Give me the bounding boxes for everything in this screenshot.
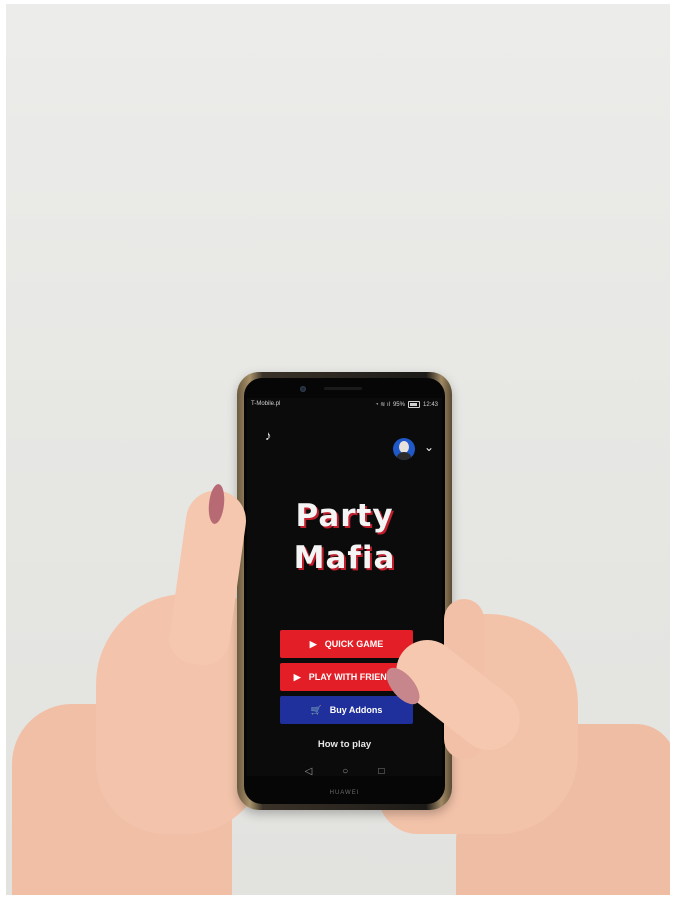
back-icon[interactable]: ◁ xyxy=(305,766,313,776)
phone: T-Mobile.pl ◔ ≋ ıl 95% 12:43 ♪ ⌄ Party M… xyxy=(237,372,452,810)
carrier-label: T-Mobile.pl xyxy=(251,401,281,407)
quick-game-button[interactable]: ▶ QUICK GAME xyxy=(280,630,413,658)
battery-percent: 95% xyxy=(392,401,405,408)
quick-game-label: QUICK GAME xyxy=(324,639,384,649)
buy-addons-label: Buy Addons xyxy=(329,705,383,715)
music-note-icon[interactable]: ♪ xyxy=(265,428,272,443)
status-indicators: ◔ ≋ ıl 95% 12:43 xyxy=(375,401,438,408)
play-icon: ▶ xyxy=(293,671,301,682)
status-bar: T-Mobile.pl ◔ ≋ ıl 95% 12:43 xyxy=(251,399,438,411)
home-icon[interactable]: ○ xyxy=(342,766,348,776)
avatar-body xyxy=(396,452,412,460)
clock: 12:43 xyxy=(422,401,438,408)
buy-addons-button[interactable]: 🛒 Buy Addons xyxy=(280,696,413,724)
recents-icon[interactable]: □ xyxy=(378,766,384,776)
phone-screen: T-Mobile.pl ◔ ≋ ıl 95% 12:43 ♪ ⌄ Party M… xyxy=(247,398,442,776)
game-title-line2: Mafia xyxy=(293,540,396,576)
front-camera xyxy=(300,386,306,392)
user-avatar[interactable] xyxy=(393,438,415,460)
earpiece xyxy=(324,387,362,390)
chevron-down-icon[interactable]: ⌄ xyxy=(424,440,434,454)
play-icon: ▶ xyxy=(309,638,317,649)
game-title-line1: Party xyxy=(295,498,394,534)
device-brand: HUAWEI xyxy=(329,790,360,796)
cart-icon: 🛒 xyxy=(310,704,322,715)
system-nav-bar: ◁ ○ □ xyxy=(247,766,442,776)
signal-icon: ◔ ≋ ıl xyxy=(374,402,390,408)
battery-icon xyxy=(407,401,420,408)
photo-background: T-Mobile.pl ◔ ≋ ıl 95% 12:43 ♪ ⌄ Party M… xyxy=(6,4,670,895)
how-to-play-link[interactable]: How to play xyxy=(247,739,442,750)
phone-bezel: T-Mobile.pl ◔ ≋ ıl 95% 12:43 ♪ ⌄ Party M… xyxy=(244,378,445,804)
